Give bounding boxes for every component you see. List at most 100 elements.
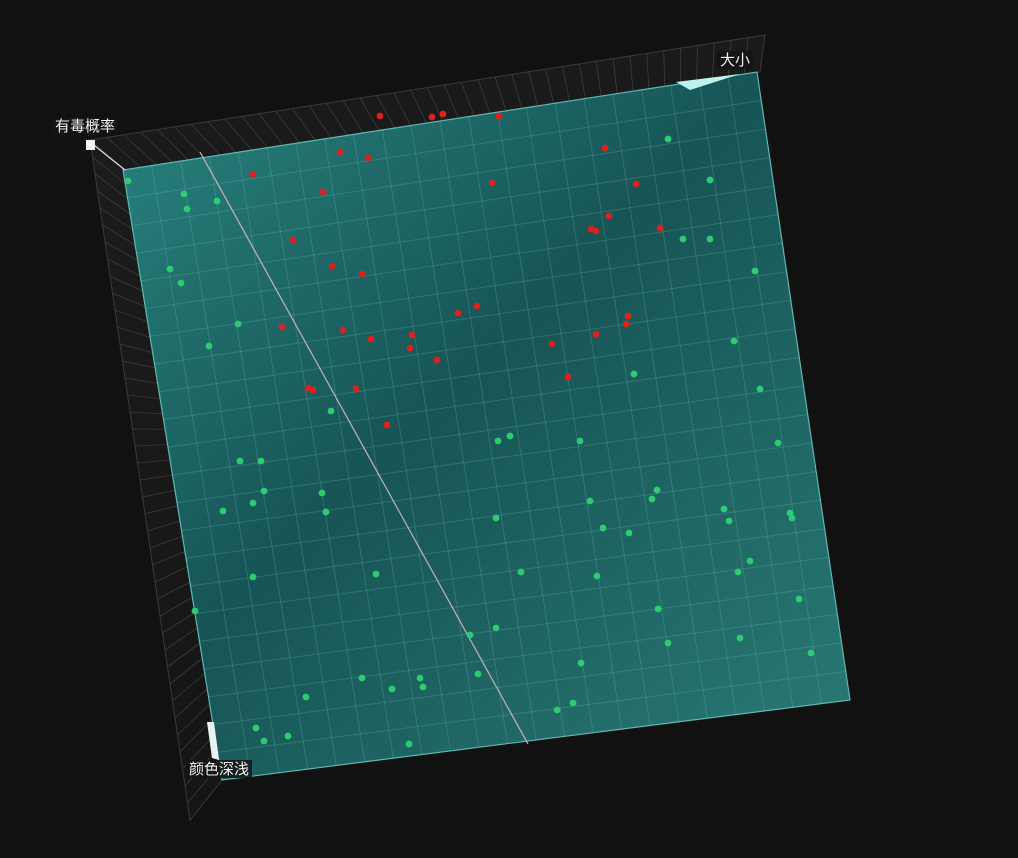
- z-axis-arrow: [86, 140, 95, 150]
- green-point: [214, 198, 221, 205]
- red-point: [606, 213, 613, 220]
- green-point: [721, 506, 728, 513]
- red-point: [549, 341, 556, 348]
- green-point: [253, 725, 260, 732]
- red-point: [593, 228, 600, 235]
- red-point: [440, 111, 447, 118]
- red-point: [368, 336, 375, 343]
- red-point: [340, 327, 347, 334]
- green-point: [735, 569, 742, 576]
- green-point: [665, 136, 672, 143]
- green-point: [220, 508, 227, 515]
- green-point: [578, 660, 585, 667]
- green-point: [570, 700, 577, 707]
- green-point: [577, 438, 584, 445]
- green-point: [649, 496, 656, 503]
- red-point: [657, 225, 664, 232]
- green-point: [493, 515, 500, 522]
- green-point: [775, 440, 782, 447]
- green-point: [665, 640, 672, 647]
- red-point: [474, 303, 481, 310]
- green-point: [420, 684, 427, 691]
- green-point: [359, 675, 366, 682]
- red-point: [365, 155, 372, 162]
- green-point: [417, 675, 424, 682]
- green-point: [626, 530, 633, 537]
- green-point: [261, 738, 268, 745]
- green-point: [757, 386, 764, 393]
- green-point: [125, 178, 132, 185]
- green-point: [707, 177, 714, 184]
- green-point: [587, 498, 594, 505]
- red-point: [279, 324, 286, 331]
- green-point: [237, 458, 244, 465]
- green-point: [319, 490, 326, 497]
- green-point: [631, 371, 638, 378]
- data-plane: [123, 72, 850, 780]
- red-point: [384, 422, 391, 429]
- green-point: [406, 741, 413, 748]
- green-point: [707, 236, 714, 243]
- red-point: [409, 332, 416, 339]
- green-point: [181, 191, 188, 198]
- green-point: [178, 280, 185, 287]
- green-point: [507, 433, 514, 440]
- green-point: [747, 558, 754, 565]
- scatter3d-chart: 有毒概率 大小 颜色深浅: [0, 0, 1018, 854]
- red-point: [625, 313, 632, 320]
- green-point: [285, 733, 292, 740]
- red-point: [455, 310, 462, 317]
- chart-canvas: [0, 0, 1018, 854]
- red-point: [250, 171, 257, 178]
- red-point: [593, 331, 600, 338]
- green-point: [184, 206, 191, 213]
- green-point: [250, 574, 257, 581]
- green-point: [731, 338, 738, 345]
- z-axis-label: 有毒概率: [52, 117, 118, 135]
- green-point: [726, 518, 733, 525]
- green-point: [389, 686, 396, 693]
- red-point: [290, 237, 297, 244]
- red-point: [429, 114, 436, 121]
- red-point: [434, 357, 441, 364]
- green-point: [323, 509, 330, 516]
- green-point: [475, 671, 482, 678]
- y-axis-label: 大小: [717, 51, 753, 69]
- red-point: [337, 149, 344, 156]
- red-point: [633, 181, 640, 188]
- green-point: [518, 569, 525, 576]
- red-point: [407, 345, 414, 352]
- red-point: [377, 113, 384, 120]
- green-point: [493, 625, 500, 632]
- green-point: [303, 694, 310, 701]
- red-point: [320, 189, 327, 196]
- green-point: [235, 321, 242, 328]
- green-point: [654, 487, 661, 494]
- green-point: [680, 236, 687, 243]
- green-point: [737, 635, 744, 642]
- x-axis-label: 颜色深浅: [186, 760, 252, 778]
- red-point: [496, 113, 503, 120]
- red-point: [353, 386, 360, 393]
- green-point: [258, 458, 265, 465]
- green-point: [167, 266, 174, 273]
- red-point: [489, 180, 496, 187]
- red-point: [602, 145, 609, 152]
- green-point: [250, 500, 257, 507]
- green-point: [206, 343, 213, 350]
- green-point: [655, 606, 662, 613]
- green-point: [752, 268, 759, 275]
- green-point: [600, 525, 607, 532]
- red-point: [329, 263, 336, 270]
- green-point: [328, 408, 335, 415]
- red-point: [359, 271, 366, 278]
- green-point: [261, 488, 268, 495]
- green-point: [796, 596, 803, 603]
- green-point: [192, 608, 199, 615]
- red-point: [565, 374, 572, 381]
- green-point: [467, 632, 474, 639]
- red-point: [623, 321, 630, 328]
- red-point: [310, 387, 317, 394]
- green-point: [495, 438, 502, 445]
- green-point: [808, 650, 815, 657]
